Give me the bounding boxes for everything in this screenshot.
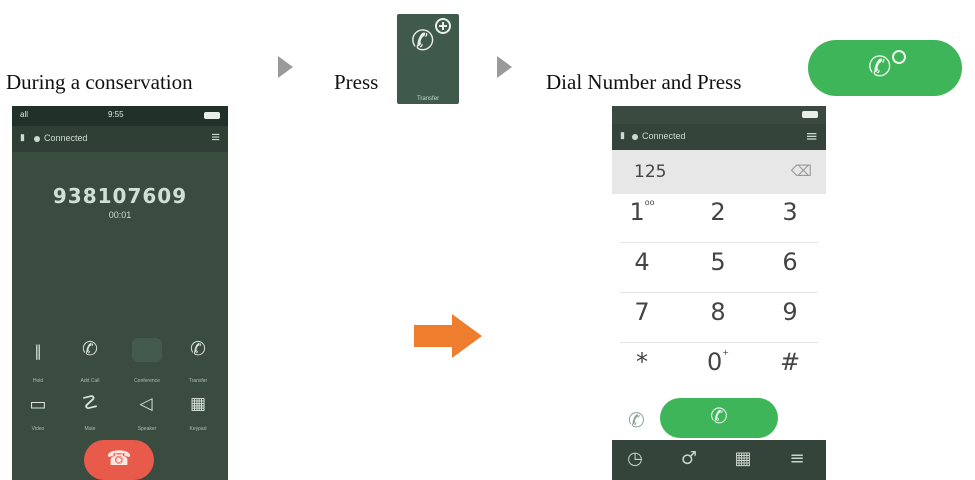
- signal-icon: ▮: [620, 130, 625, 140]
- connection-status: Connected: [44, 133, 88, 143]
- recall-icon[interactable]: ✆: [628, 408, 645, 432]
- keypad-icon[interactable]: ▦: [728, 448, 758, 469]
- hangup-button[interactable]: ☎: [84, 440, 154, 480]
- key-4[interactable]: 4: [612, 248, 672, 276]
- divider: [620, 242, 818, 243]
- divider: [620, 342, 818, 343]
- transfer-label: Transfer: [416, 96, 440, 102]
- plus-circle-icon: [435, 18, 451, 34]
- key-8[interactable]: 8: [688, 298, 748, 326]
- conference-label: Conference: [134, 378, 160, 384]
- key-hash[interactable]: #: [760, 348, 820, 376]
- key-2[interactable]: 2: [688, 198, 748, 226]
- carrier: all: [20, 110, 29, 119]
- transfer-icon: ✆: [710, 404, 728, 428]
- call-header: ▮ Connected ≡: [12, 126, 228, 152]
- connection-status: Connected: [642, 131, 686, 141]
- key-9[interactable]: 9: [760, 298, 820, 326]
- phone-screen-dialpad: ▮ Connected ≡ 125 ⌫ 1oo 2 3 4 5 6 7 8 9 …: [612, 106, 826, 480]
- key-6[interactable]: 6: [760, 248, 820, 276]
- video-label: Video: [31, 426, 45, 432]
- call-number: 938107609: [52, 184, 188, 208]
- hold-icon[interactable]: ‖: [24, 342, 52, 360]
- status-dot: [34, 136, 40, 142]
- keypad-icon[interactable]: ▦: [184, 394, 212, 414]
- hangup-icon: ☎: [106, 446, 132, 470]
- caption-step1: During a conservation: [6, 70, 193, 94]
- hold-label: Hold: [32, 378, 44, 384]
- conference-icon[interactable]: [132, 338, 162, 362]
- status-dot: [632, 134, 638, 140]
- add-call-icon[interactable]: ✆: [76, 338, 104, 360]
- step-arrow-1: [278, 56, 293, 78]
- transfer-button-example: ✆ Transfer: [397, 14, 459, 104]
- green-transfer-button-example: ✆: [808, 40, 962, 96]
- battery-icon: [802, 111, 818, 118]
- transfer-icon[interactable]: ✆: [184, 338, 212, 360]
- speaker-label: Speaker: [137, 426, 157, 432]
- mute-label: Mute: [84, 426, 96, 432]
- video-icon[interactable]: ▭: [24, 394, 52, 415]
- mute-icon[interactable]: ☡: [76, 392, 104, 414]
- clock: 9:55: [108, 110, 124, 119]
- key-5[interactable]: 5: [688, 248, 748, 276]
- transfer-call-button[interactable]: ✆: [660, 398, 778, 438]
- key-1[interactable]: 1oo: [612, 198, 672, 226]
- divider: [620, 292, 818, 293]
- flow-arrow-shaft: [414, 325, 454, 347]
- battery-icon: [204, 112, 220, 119]
- transfer-icon: ✆: [868, 50, 892, 83]
- key-7[interactable]: 7: [612, 298, 672, 326]
- call-header: ▮ Connected ≡: [612, 124, 826, 150]
- dialed-number: 125: [634, 162, 667, 182]
- call-duration: 00:01: [108, 210, 132, 220]
- key-star[interactable]: *: [612, 348, 672, 376]
- phone-screen-call: all 9:55 ▮ Connected ≡ 938107609 00:01 ‖…: [12, 106, 228, 480]
- menu-icon[interactable]: ≡: [805, 127, 818, 145]
- status-bar: all 9:55: [12, 106, 228, 126]
- speaker-icon[interactable]: ◁: [132, 394, 160, 414]
- step-arrow-2: [497, 56, 512, 78]
- keypad-label: Keypad: [189, 426, 207, 432]
- signal-icon: ▮: [20, 132, 25, 142]
- key-0[interactable]: 0+: [688, 348, 748, 376]
- contacts-icon[interactable]: ♂: [674, 448, 704, 469]
- add-call-label: Add Call: [80, 378, 100, 384]
- caption-step3: Dial Number and Press: [546, 70, 742, 94]
- transfer-label: Transfer: [188, 378, 208, 384]
- dial-entry[interactable]: 125 ⌫: [612, 150, 826, 194]
- menu-icon[interactable]: ≡: [211, 129, 220, 146]
- transfer-icon: ✆: [411, 24, 435, 57]
- status-bar: [612, 106, 826, 124]
- caption-step2: Press: [334, 70, 379, 94]
- key-3[interactable]: 3: [760, 198, 820, 226]
- bottom-nav: ◷ ♂ ▦ ≡: [612, 440, 826, 480]
- backspace-icon[interactable]: ⌫: [791, 162, 812, 180]
- flow-arrow-head: [452, 314, 482, 358]
- history-icon[interactable]: ◷: [620, 448, 650, 469]
- menu-icon[interactable]: ≡: [782, 448, 812, 469]
- plus-circle-icon: [892, 50, 906, 64]
